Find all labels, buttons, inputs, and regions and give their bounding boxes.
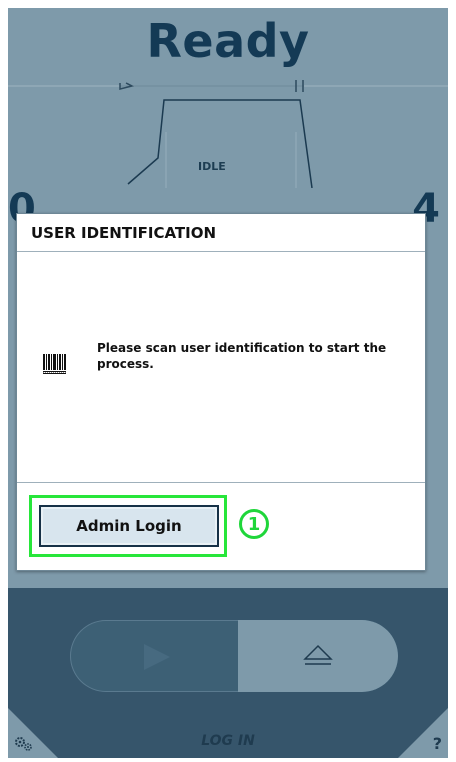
control-toggle	[70, 620, 398, 692]
dialog-separator	[17, 482, 425, 483]
help-icon[interactable]: ?	[433, 734, 442, 753]
eject-icon	[303, 644, 333, 665]
process-profile-graph	[127, 99, 313, 188]
device-screen: Ready IDLE 0 4 USER IDENTIFICATION Pleas…	[8, 8, 448, 758]
play-button[interactable]	[70, 620, 238, 692]
admin-login-button[interactable]: Admin Login	[39, 505, 219, 547]
play-icon	[144, 644, 170, 670]
scan-instruction-text: Please scan user identification to start…	[97, 341, 387, 371]
step-marker: 1	[239, 509, 269, 539]
eject-button[interactable]	[238, 620, 398, 692]
status-title: Ready	[146, 14, 310, 68]
dialog-title: USER IDENTIFICATION	[17, 214, 425, 252]
user-identification-dialog: USER IDENTIFICATION Please scan user ide…	[16, 213, 426, 571]
process-state-label: IDLE	[198, 160, 226, 173]
timeline-bar	[8, 80, 448, 92]
login-status-label: LOG IN	[201, 733, 255, 749]
barcode-icon	[43, 354, 67, 374]
